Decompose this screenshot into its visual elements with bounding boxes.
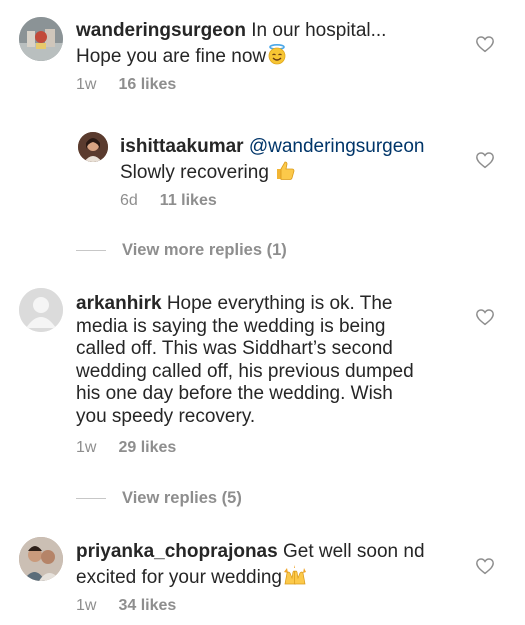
avatar[interactable]	[19, 537, 63, 581]
comment-line-2: media is saying the wedding is being	[76, 315, 386, 337]
timestamp: 1w	[76, 439, 97, 456]
view-replies-label: View replies (5)	[122, 489, 242, 507]
comment-line-6: you speedy recovery.	[76, 405, 256, 427]
mention-link[interactable]: @wanderingsurgeon	[249, 136, 425, 157]
likes-count[interactable]: 34 likes	[118, 597, 176, 614]
comment-body: Get well soon nd	[282, 541, 425, 562]
comment-line-1: Hope everything is ok. The	[166, 293, 393, 314]
likes-count[interactable]: 11 likes	[160, 192, 217, 209]
reply-body: Slowly recovering	[120, 161, 269, 183]
comment-text: arkanhirk Hope everything is ok. The med…	[76, 293, 456, 428]
view-more-replies-link[interactable]: View more replies (1)	[76, 241, 287, 260]
timestamp: 1w	[76, 597, 97, 614]
comment-meta: 1w 29 likes	[76, 439, 176, 457]
timestamp: 6d	[120, 192, 138, 209]
comment-line-4: wedding called off, his previous dumped	[76, 360, 414, 382]
heart-outline-icon[interactable]	[475, 35, 495, 53]
default-avatar-icon[interactable]	[19, 288, 63, 332]
comment-body: In our hospital...	[251, 20, 387, 41]
likes-count[interactable]: 29 likes	[118, 439, 176, 456]
username[interactable]: arkanhirk	[76, 293, 162, 314]
username[interactable]: wanderingsurgeon	[76, 20, 246, 41]
heart-outline-icon[interactable]	[475, 557, 495, 575]
divider-line	[76, 498, 106, 499]
heart-outline-icon[interactable]	[475, 308, 495, 326]
avatar[interactable]	[78, 132, 108, 162]
divider-line	[76, 250, 106, 251]
view-more-replies-label: View more replies (1)	[122, 241, 287, 259]
comment-text: wanderingsurgeon In our hospital... Hope…	[76, 20, 446, 71]
comment-line-3: called off. This was Siddhart’s second	[76, 338, 393, 359]
view-replies-link[interactable]: View replies (5)	[76, 489, 242, 508]
smiling-face-with-halo-icon	[266, 43, 288, 72]
heart-outline-icon[interactable]	[475, 151, 495, 169]
comment-body-line2: excited for your wedding	[76, 566, 282, 588]
timestamp: 1w	[76, 76, 97, 93]
comment-meta: 1w 16 likes	[76, 76, 176, 94]
comment-meta: 1w 34 likes	[76, 597, 176, 615]
likes-count[interactable]: 16 likes	[118, 76, 176, 93]
raising-hands-icon	[282, 564, 308, 593]
thumbs-up-icon	[274, 159, 296, 188]
username[interactable]: ishittaakumar	[120, 136, 244, 157]
username[interactable]: priyanka_choprajonas	[76, 541, 278, 562]
reply-meta: 6d 11 likes	[120, 192, 217, 210]
comment-text: priyanka_choprajonas Get well soon nd ex…	[76, 541, 456, 592]
avatar[interactable]	[19, 17, 63, 61]
comment-line-5: his one day before the wedding. Wish	[76, 383, 393, 404]
reply-text: ishittaakumar @wanderingsurgeon Slowly r…	[120, 136, 460, 187]
comment-body-line2: Hope you are fine now	[76, 45, 267, 67]
